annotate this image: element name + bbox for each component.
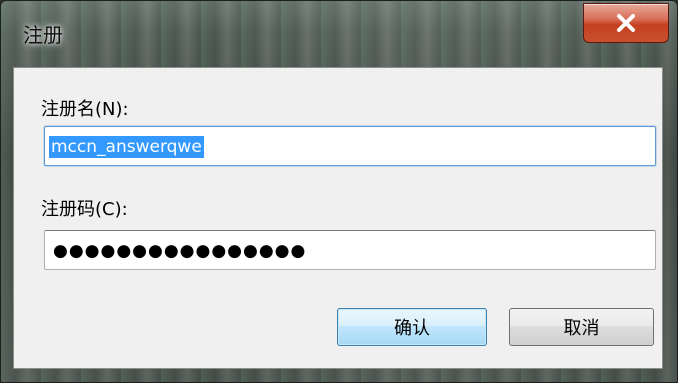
cancel-button[interactable]: 取消 [509, 308, 654, 346]
close-button[interactable] [583, 3, 669, 43]
register-dialog-window: 注册 注册名(N): mccn_answerqwe 注册码(C): ●●●●●●… [0, 0, 678, 383]
registration-code-input[interactable]: ●●●●●●●●●●●●●●●● [44, 230, 656, 270]
registration-name-input[interactable]: mccn_answerqwe [44, 126, 656, 166]
window-title: 注册 [23, 23, 63, 47]
close-x-icon [617, 14, 635, 32]
registration-code-label: 注册码(C): [41, 199, 128, 220]
masked-code-text: ●●●●●●●●●●●●●●●● [53, 241, 307, 261]
selected-name-text: mccn_answerqwe [49, 136, 204, 158]
confirm-button[interactable]: 确认 [337, 308, 487, 346]
registration-name-label: 注册名(N): [41, 99, 129, 120]
title-bar[interactable]: 注册 [1, 1, 677, 55]
dialog-client-area: 注册名(N): mccn_answerqwe 注册码(C): ●●●●●●●●●… [13, 67, 663, 369]
